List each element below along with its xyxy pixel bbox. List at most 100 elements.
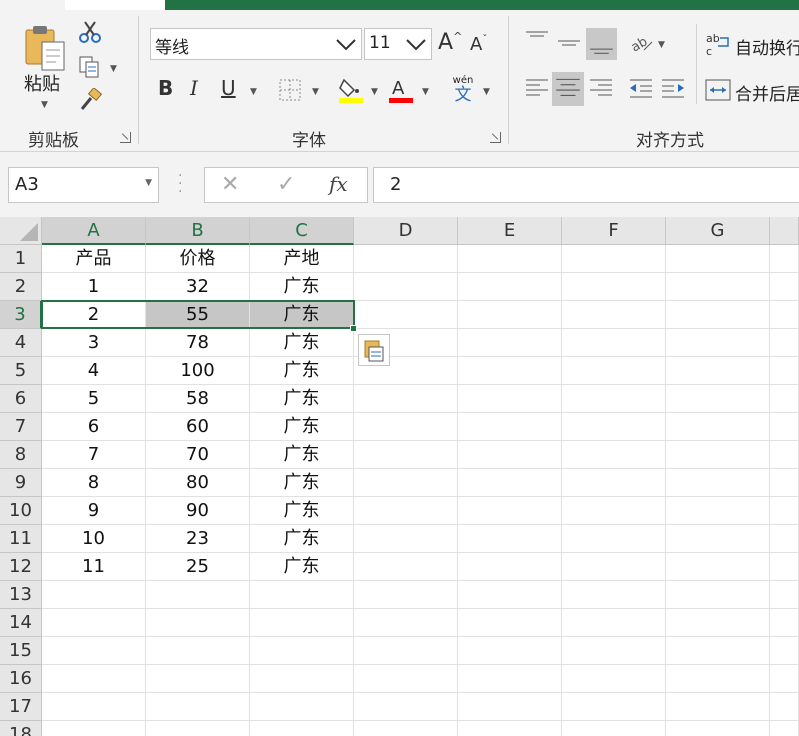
cell-f15[interactable] [562, 637, 666, 665]
cell-b15[interactable] [146, 637, 250, 665]
bold-icon[interactable]: B [158, 76, 173, 100]
cell-b14[interactable] [146, 609, 250, 637]
cell-d17[interactable] [354, 693, 458, 721]
chevron-down-icon[interactable] [335, 34, 357, 54]
cell-c17[interactable] [250, 693, 354, 721]
cell-a7[interactable]: 6 [42, 413, 146, 441]
cell-h4[interactable] [770, 329, 799, 357]
cell-e18[interactable] [458, 721, 562, 736]
phonetic-dropdown-icon[interactable]: ▼ [483, 87, 490, 97]
copy-dropdown-icon[interactable]: ▼ [110, 64, 117, 74]
cell-a3[interactable]: 2 [42, 301, 146, 329]
cell-d12[interactable] [354, 553, 458, 581]
cell-b11[interactable]: 23 [146, 525, 250, 553]
row-header-7[interactable]: 7 [0, 413, 42, 441]
chevron-down-icon[interactable] [405, 34, 427, 54]
cell-a14[interactable] [42, 609, 146, 637]
text-orientation-icon[interactable]: ab [628, 28, 658, 58]
cell-h6[interactable] [770, 385, 799, 413]
cell-f10[interactable] [562, 497, 666, 525]
cancel-icon[interactable]: ✕ [221, 172, 239, 197]
format-painter-icon[interactable] [78, 88, 102, 112]
cell-a12[interactable]: 11 [42, 553, 146, 581]
cell-h12[interactable] [770, 553, 799, 581]
cell-f16[interactable] [562, 665, 666, 693]
cell-h15[interactable] [770, 637, 799, 665]
cell-a2[interactable]: 1 [42, 273, 146, 301]
cell-f14[interactable] [562, 609, 666, 637]
cell-d7[interactable] [354, 413, 458, 441]
cell-f17[interactable] [562, 693, 666, 721]
cell-f8[interactable] [562, 441, 666, 469]
wrap-text-button[interactable]: 自动换行 [735, 34, 799, 59]
align-center-icon[interactable] [552, 72, 584, 106]
cell-f6[interactable] [562, 385, 666, 413]
formula-bar-resize-handle[interactable]: · · · [178, 169, 182, 199]
cell-g10[interactable] [666, 497, 770, 525]
row-header-4[interactable]: 4 [0, 329, 42, 357]
cell-e13[interactable] [458, 581, 562, 609]
cell-f18[interactable] [562, 721, 666, 736]
name-box-dropdown-icon[interactable]: ▼ [145, 178, 152, 188]
cell-b5[interactable]: 100 [146, 357, 250, 385]
font-size-select[interactable]: 11 [364, 28, 432, 60]
borders-icon[interactable] [278, 78, 302, 102]
worksheet-grid[interactable]: A B C D E F G 1 产品 价格 产地 2 1 32 广东 3 2 55 广东 4 3 78 广东 5 4 100 广东 6… [0, 217, 799, 736]
cell-h17[interactable] [770, 693, 799, 721]
row-header-18[interactable]: 18 [0, 721, 42, 736]
cell-c10[interactable]: 广东 [250, 497, 354, 525]
cell-a15[interactable] [42, 637, 146, 665]
cell-g13[interactable] [666, 581, 770, 609]
cell-c6[interactable]: 广东 [250, 385, 354, 413]
font-name-select[interactable]: 等线 [150, 28, 362, 60]
cell-e14[interactable] [458, 609, 562, 637]
paste-options-button[interactable] [358, 334, 390, 366]
row-header-12[interactable]: 12 [0, 553, 42, 581]
cell-c18[interactable] [250, 721, 354, 736]
increase-font-size-icon[interactable]: A^ [438, 30, 462, 55]
row-header-5[interactable]: 5 [0, 357, 42, 385]
cell-g12[interactable] [666, 553, 770, 581]
cell-e11[interactable] [458, 525, 562, 553]
cell-g1[interactable] [666, 245, 770, 273]
cell-e16[interactable] [458, 665, 562, 693]
align-top-icon[interactable] [522, 26, 552, 56]
cell-g14[interactable] [666, 609, 770, 637]
cell-a6[interactable]: 5 [42, 385, 146, 413]
cell-a17[interactable] [42, 693, 146, 721]
cell-a8[interactable]: 7 [42, 441, 146, 469]
cell-h3[interactable] [770, 301, 799, 329]
cell-c12[interactable]: 广东 [250, 553, 354, 581]
cell-e4[interactable] [458, 329, 562, 357]
cell-d9[interactable] [354, 469, 458, 497]
cell-c7[interactable]: 广东 [250, 413, 354, 441]
cell-b9[interactable]: 80 [146, 469, 250, 497]
cell-d1[interactable] [354, 245, 458, 273]
align-right-icon[interactable] [586, 74, 616, 104]
cell-g2[interactable] [666, 273, 770, 301]
cell-b6[interactable]: 58 [146, 385, 250, 413]
cell-h5[interactable] [770, 357, 799, 385]
cut-icon[interactable] [78, 20, 102, 44]
cell-h7[interactable] [770, 413, 799, 441]
wrap-text-icon[interactable]: ab c [704, 30, 732, 58]
cell-b16[interactable] [146, 665, 250, 693]
cell-f2[interactable] [562, 273, 666, 301]
cell-d16[interactable] [354, 665, 458, 693]
cell-g5[interactable] [666, 357, 770, 385]
cell-c4[interactable]: 广东 [250, 329, 354, 357]
cell-b8[interactable]: 70 [146, 441, 250, 469]
row-header-6[interactable]: 6 [0, 385, 42, 413]
cell-g8[interactable] [666, 441, 770, 469]
cell-g17[interactable] [666, 693, 770, 721]
cell-e8[interactable] [458, 441, 562, 469]
cell-f11[interactable] [562, 525, 666, 553]
column-header-c[interactable]: C [250, 217, 354, 245]
cell-b10[interactable]: 90 [146, 497, 250, 525]
cell-e3[interactable] [458, 301, 562, 329]
cell-a5[interactable]: 4 [42, 357, 146, 385]
align-middle-icon[interactable] [554, 28, 584, 58]
cell-b7[interactable]: 60 [146, 413, 250, 441]
cell-g6[interactable] [666, 385, 770, 413]
cell-c11[interactable]: 广东 [250, 525, 354, 553]
